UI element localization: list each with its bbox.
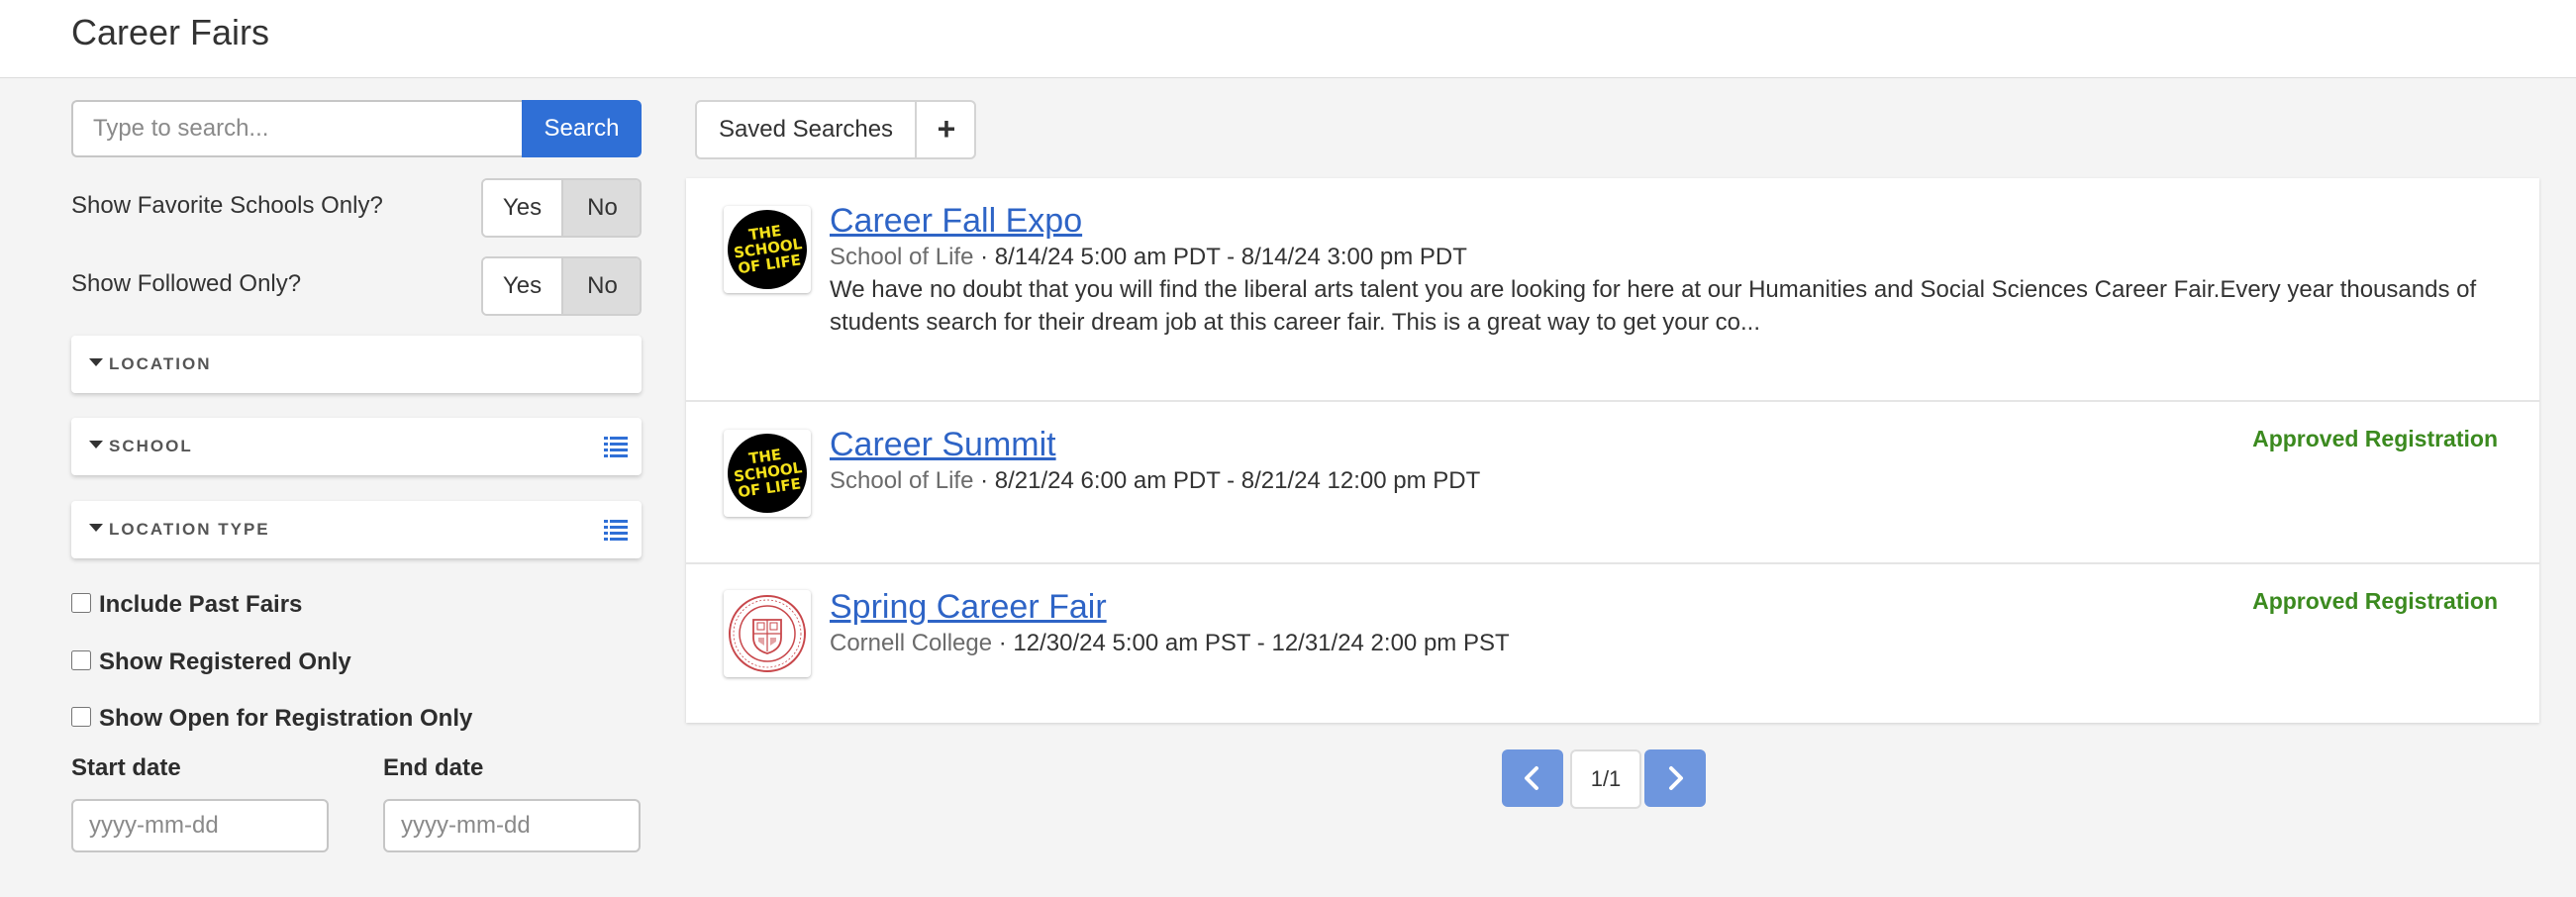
school-name: Cornell College <box>830 630 993 656</box>
add-saved-search-button[interactable]: + <box>915 102 974 157</box>
career-fair-title-link[interactable]: Career Summit <box>830 426 1056 464</box>
school-of-life-logo-icon: THE SCHOOL OF LIFE <box>733 221 804 278</box>
registration-status-badge: Approved Registration <box>2252 588 2498 614</box>
followed-filter: Show Followed Only? Yes No <box>71 256 642 316</box>
followed-label: Show Followed Only? <box>71 270 302 297</box>
school-name: School of Life <box>830 467 974 494</box>
location-filter-toggle[interactable]: LOCATION <box>71 336 642 393</box>
career-fair-description: We have no doubt that you will find the … <box>830 276 2477 336</box>
followed-yes-button[interactable]: Yes <box>483 258 561 314</box>
caret-down-icon <box>89 358 103 366</box>
career-fair-list: THE SCHOOL OF LIFE Career Fall Expo Scho… <box>686 178 2539 723</box>
search-button[interactable]: Search <box>522 100 642 157</box>
career-fair-meta: School of Life · 8/14/24 5:00 am PDT - 8… <box>830 244 1467 271</box>
favorite-schools-label: Show Favorite Schools Only? <box>71 192 383 219</box>
list-icon[interactable] <box>604 436 628 457</box>
cornell-seal-icon <box>729 595 806 672</box>
location-filter-label: LOCATION <box>109 354 212 373</box>
career-fair-title-link[interactable]: Spring Career Fair <box>830 588 1107 627</box>
caret-down-icon <box>89 441 103 448</box>
career-fair-item: THE SCHOOL OF LIFE Career Summit School … <box>686 400 2539 562</box>
favorite-schools-yes-button[interactable]: Yes <box>483 180 561 236</box>
fair-dates: · 8/21/24 6:00 am PDT - 8/21/24 12:00 pm… <box>973 467 1481 494</box>
school-filter-label: SCHOOL <box>109 437 193 455</box>
open-registration-only-label[interactable]: Show Open for Registration Only <box>99 705 472 733</box>
registered-only-checkbox[interactable] <box>71 650 91 670</box>
fair-dates: · 12/30/24 5:00 am PST - 12/31/24 2:00 p… <box>992 630 1510 656</box>
end-date-label: End date <box>383 754 484 781</box>
fair-dates: · 8/14/24 5:00 am PDT - 8/14/24 3:00 pm … <box>973 244 1467 270</box>
school-logo: THE SCHOOL OF LIFE <box>724 206 811 293</box>
career-fair-meta: School of Life · 8/21/24 6:00 am PDT - 8… <box>830 467 1480 495</box>
favorite-schools-toggle: Yes No <box>481 178 642 238</box>
career-fair-meta: Cornell College · 12/30/24 5:00 am PST -… <box>830 630 1510 657</box>
include-past-fairs-checkbox[interactable] <box>71 593 91 613</box>
previous-page-button[interactable] <box>1502 749 1563 807</box>
chevron-left-icon <box>1525 766 1538 790</box>
location-type-filter-toggle[interactable]: LOCATION TYPE <box>71 501 642 558</box>
school-filter-toggle[interactable]: SCHOOL <box>71 418 642 475</box>
include-past-fairs-label[interactable]: Include Past Fairs <box>99 591 302 619</box>
school-of-life-logo-icon: THE SCHOOL OF LIFE <box>733 445 804 502</box>
page-indicator: 1/1 <box>1570 749 1641 809</box>
search-bar: Search <box>71 100 642 157</box>
school-logo <box>724 590 811 677</box>
end-date-input[interactable] <box>383 799 641 852</box>
school-name: School of Life <box>830 244 974 270</box>
saved-searches-group: Saved Searches + <box>695 100 976 159</box>
favorite-schools-filter: Show Favorite Schools Only? Yes No <box>71 178 642 238</box>
career-fair-title-link[interactable]: Career Fall Expo <box>830 202 1082 241</box>
registered-only-label[interactable]: Show Registered Only <box>99 648 351 676</box>
start-date-label: Start date <box>71 754 181 781</box>
saved-searches-button[interactable]: Saved Searches <box>697 102 915 157</box>
next-page-button[interactable] <box>1644 749 1706 807</box>
list-icon[interactable] <box>604 519 628 541</box>
career-fair-item: THE SCHOOL OF LIFE Career Fall Expo Scho… <box>686 178 2539 400</box>
caret-down-icon <box>89 524 103 532</box>
favorite-schools-no-button[interactable]: No <box>561 180 640 236</box>
followed-no-button[interactable]: No <box>561 258 640 314</box>
registration-status-badge: Approved Registration <box>2252 426 2498 451</box>
followed-toggle: Yes No <box>481 256 642 316</box>
open-registration-only-checkbox[interactable] <box>71 707 91 727</box>
page-title: Career Fairs <box>71 12 270 52</box>
location-type-filter-label: LOCATION TYPE <box>109 520 270 539</box>
start-date-input[interactable] <box>71 799 329 852</box>
school-logo: THE SCHOOL OF LIFE <box>724 430 811 517</box>
career-fair-item: Spring Career Fair Cornell College · 12/… <box>686 562 2539 725</box>
chevron-right-icon <box>1669 766 1683 790</box>
search-input[interactable] <box>71 100 563 157</box>
page-header: Career Fairs <box>0 0 2576 78</box>
